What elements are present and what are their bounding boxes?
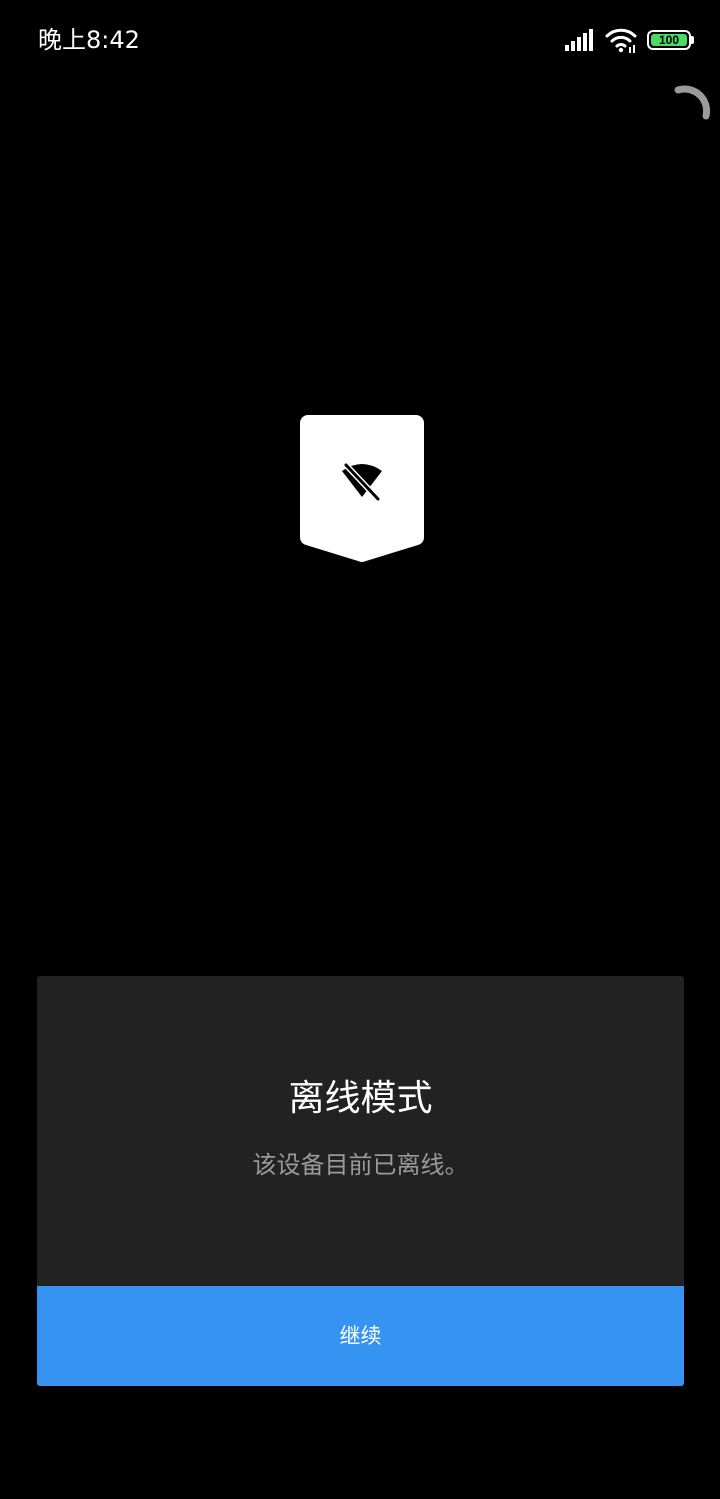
screen: 晚上8:42 100 离线模式 该设备目前已离线。 继续 — [0, 0, 720, 1499]
offline-dialog: 离线模式 该设备目前已离线。 继续 — [37, 976, 684, 1386]
status-bar: 晚上8:42 100 — [0, 0, 720, 80]
signal-bars-icon — [565, 29, 593, 51]
battery-icon: 100 — [647, 30, 691, 50]
continue-button[interactable]: 继续 — [37, 1286, 684, 1386]
battery-tip — [691, 36, 694, 44]
battery-level: 100 — [658, 33, 680, 47]
status-time: 晚上8:42 — [38, 26, 140, 54]
loading-spinner-icon — [674, 85, 711, 120]
wifi-icon — [605, 28, 637, 53]
dialog-message: 该设备目前已离线。 — [252, 1151, 469, 1179]
dialog-title: 离线模式 — [288, 1078, 433, 1119]
status-icons: 100 — [565, 26, 694, 54]
offline-badge — [300, 415, 424, 562]
battery-indicator: 100 — [647, 30, 694, 50]
